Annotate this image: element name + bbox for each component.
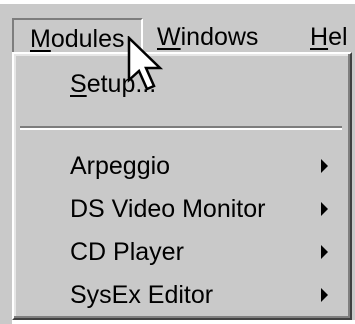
menu-help-label: el (328, 23, 348, 51)
menu-item-cd-player-label: CD Player (70, 238, 184, 266)
menu-bar: Modules Windows Hel (0, 0, 355, 56)
menu-item-ds-video-monitor-label: DS Video Monitor (70, 195, 266, 223)
arrow-pointer-icon (127, 36, 164, 91)
submenu-arrow-icon (321, 202, 328, 216)
menu-item-arpeggio-label: Arpeggio (70, 152, 171, 180)
menu-item-sysex-editor[interactable]: SysEx Editor (14, 275, 350, 315)
menu-modules-label: odules (50, 25, 125, 53)
menu-modules[interactable]: Modules (12, 18, 143, 56)
menu-windows-label: indows (180, 23, 259, 51)
menu-help-accel: H (310, 23, 329, 51)
menu-modules-accel: M (30, 25, 51, 53)
modules-dropdown-menu: Setup... Arpeggio DS Video Monitor CD Pl… (12, 52, 352, 320)
menu-item-arpeggio[interactable]: Arpeggio (14, 146, 350, 186)
menu-item-ds-video-monitor[interactable]: DS Video Monitor (14, 189, 350, 229)
submenu-arrow-icon (321, 159, 328, 173)
menu-item-sysex-editor-label: SysEx Editor (70, 281, 214, 309)
menu-item-cd-player[interactable]: CD Player (14, 232, 350, 272)
submenu-arrow-icon (321, 245, 328, 259)
menu-item-setup-accel: S (70, 70, 87, 98)
menu-bottom-edge (12, 320, 355, 324)
menu-item-setup[interactable]: Setup... (14, 64, 350, 104)
menu-separator (20, 126, 342, 130)
menu-help[interactable]: Hel (300, 18, 355, 56)
submenu-arrow-icon (321, 288, 328, 302)
